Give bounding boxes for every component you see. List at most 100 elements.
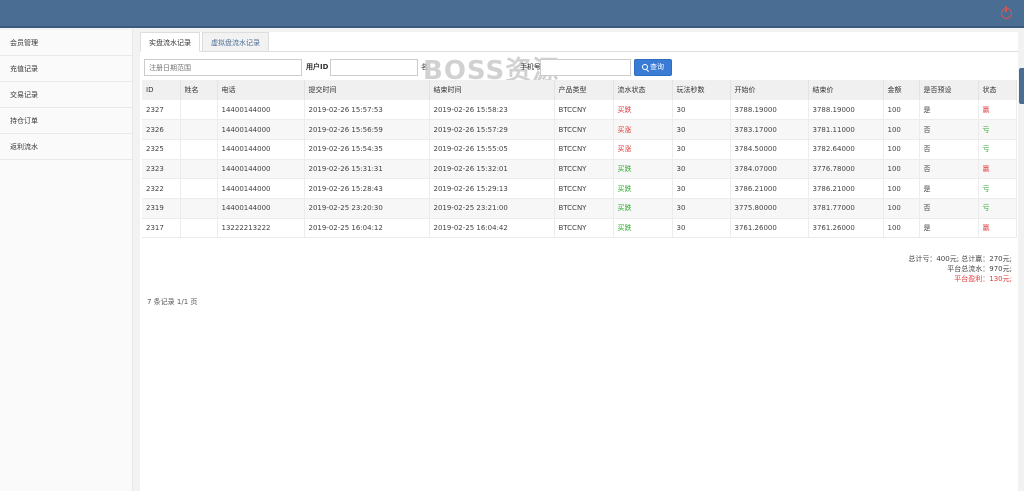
col-header[interactable]: 金额 [883,80,920,100]
phone-input[interactable] [540,59,631,76]
cell-product: BTCCNY [554,178,614,199]
col-header[interactable]: 电话 [217,80,305,100]
col-header[interactable]: ID [142,80,181,100]
cell-close: 3781.77000 [808,198,884,219]
cell-preset: 是 [919,100,979,121]
col-header[interactable]: 状态 [978,80,1017,100]
cell-phone: 14400144000 [217,139,305,160]
cell-id: 2327 [142,100,181,121]
cell-end: 2019-02-26 15:58:23 [429,100,555,121]
cell-id: 2325 [142,139,181,160]
cell-status: 赢 [978,159,1017,180]
cell-name [180,178,218,199]
cell-close: 3788.19000 [808,100,884,121]
cell-seconds: 30 [672,100,731,121]
flow-table: ID 姓名 电话 提交时间 结束时间 产品类型 流水状态 玩法秒数 开始价 结束… [142,80,1017,239]
cell-id: 2317 [142,218,181,239]
cell-preset: 否 [919,159,979,180]
cell-phone: 14400144000 [217,198,305,219]
cell-amount: 100 [883,139,920,160]
cell-open: 3783.17000 [730,119,809,140]
cell-status: 亏 [978,178,1017,199]
sidebar-item-positions[interactable]: 持仓订单 [0,108,132,134]
search-button[interactable]: 查询 [634,59,672,76]
cell-flow: 买跌 [613,178,673,199]
col-header[interactable]: 玩法秒数 [672,80,731,100]
cell-close: 3761.26000 [808,218,884,239]
table-row: 2325 14400144000 2019-02-26 15:54:35 2019-0… [142,139,1017,160]
cell-name [180,119,218,140]
cell-flow: 买涨 [613,139,673,160]
sidebar-item-members[interactable]: 会员管理 [0,30,132,56]
cell-phone: 14400144000 [217,119,305,140]
col-header[interactable]: 产品类型 [554,80,614,100]
cell-phone: 13222213222 [217,218,305,239]
cell-amount: 100 [883,198,920,219]
cell-status: 赢 [978,218,1017,239]
cell-preset: 是 [919,218,979,239]
cell-end: 2019-02-25 16:04:42 [429,218,555,239]
tab-real-flow[interactable]: 实盘流水记录 [140,32,200,52]
cell-phone: 14400144000 [217,159,305,180]
col-header[interactable]: 流水状态 [613,80,673,100]
date-range-input[interactable] [144,59,302,76]
cell-preset: 否 [919,119,979,140]
sidebar-item-rebates[interactable]: 返利流水 [0,134,132,160]
cell-flow: 买涨 [613,119,673,140]
cell-id: 2322 [142,178,181,199]
cell-end: 2019-02-26 15:29:13 [429,178,555,199]
summary-platform-flow: 平台总流水：970元; [947,265,1012,273]
table-row: 2317 13222213222 2019-02-25 16:04:12 2019-0… [142,218,1017,239]
col-header[interactable]: 姓名 [180,80,218,100]
col-header[interactable]: 结束时间 [429,80,555,100]
cell-seconds: 30 [672,198,731,219]
summary-total: 总计亏：400元; 总计赢：270元; [908,255,1012,263]
side-scroll-handle[interactable] [1019,68,1024,104]
cell-name [180,100,218,121]
cell-open: 3784.50000 [730,139,809,160]
cell-preset: 否 [919,139,979,160]
cell-close: 3781.11000 [808,119,884,140]
phone-label: 手机号 [520,63,541,71]
col-header[interactable]: 是否预设 [919,80,979,100]
cell-submit: 2019-02-26 15:28:43 [304,178,430,199]
cell-seconds: 30 [672,178,731,199]
cell-name [180,159,218,180]
table-row: 2319 14400144000 2019-02-25 23:20:30 2019-0… [142,198,1017,219]
table-row: 2326 14400144000 2019-02-26 15:56:59 2019-0… [142,119,1017,140]
power-icon[interactable] [1001,6,1012,19]
cell-close: 3776.78000 [808,159,884,180]
sidebar-item-recharge[interactable]: 充值记录 [0,56,132,82]
col-header[interactable]: 开始价 [730,80,809,100]
cell-submit: 2019-02-26 15:56:59 [304,119,430,140]
summary-block: 总计亏：400元; 总计赢：270元; 平台总流水：970元; 平台盈利：130… [908,254,1012,284]
col-header[interactable]: 结束价 [808,80,884,100]
cell-phone: 14400144000 [217,100,305,121]
cell-seconds: 30 [672,139,731,160]
cell-end: 2019-02-26 15:57:29 [429,119,555,140]
user-id-input[interactable] [330,59,418,76]
main-panel: 实盘流水记录 虚拟盘流水记录 用户ID 名 BOSS资源 手机号 查询 ID 姓… [140,32,1018,491]
top-bar [0,0,1024,28]
cell-end: 2019-02-26 15:55:05 [429,139,555,160]
table-row: 2327 14400144000 2019-02-26 15:57:53 2019-0… [142,100,1017,121]
cell-open: 3761.26000 [730,218,809,239]
cell-id: 2319 [142,198,181,219]
cell-name [180,218,218,239]
pagination-info: 7 条记录 1/1 页 [147,298,198,306]
cell-seconds: 30 [672,218,731,239]
cell-name [180,198,218,219]
cell-phone: 14400144000 [217,178,305,199]
cell-open: 3775.80000 [730,198,809,219]
cell-end: 2019-02-25 23:21:00 [429,198,555,219]
cell-product: BTCCNY [554,119,614,140]
cell-id: 2323 [142,159,181,180]
sidebar-item-trades[interactable]: 交易记录 [0,82,132,108]
cell-close: 3782.64000 [808,139,884,160]
cell-product: BTCCNY [554,198,614,219]
cell-amount: 100 [883,100,920,121]
cell-submit: 2019-02-26 15:57:53 [304,100,430,121]
col-header[interactable]: 提交时间 [304,80,430,100]
cell-amount: 100 [883,159,920,180]
tab-virtual-flow[interactable]: 虚拟盘流水记录 [202,32,269,52]
